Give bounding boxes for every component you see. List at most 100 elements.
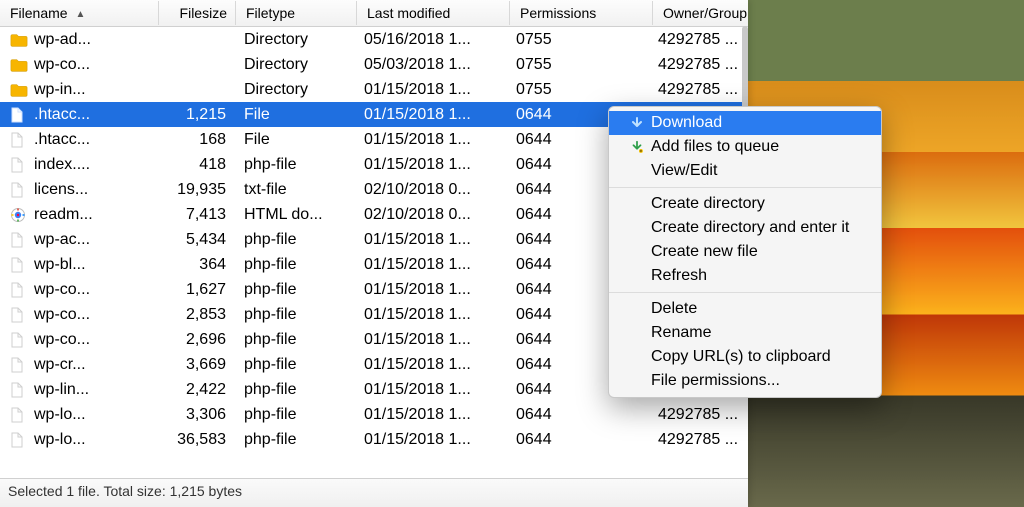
menu-item-download[interactable]: Download [609,111,881,135]
cell-permissions: 0755 [506,81,648,99]
cell-last-modified: 01/15/2018 1... [354,331,506,349]
cell-filename: wp-lin... [0,381,158,399]
cell-filename: wp-co... [0,281,158,299]
cell-filesize: 19,935 [158,181,234,199]
filename-label: wp-lin... [34,381,89,399]
cell-permissions: 0644 [506,406,648,424]
column-header-filename[interactable]: Filename ▲ [0,1,159,25]
cell-filename: wp-ac... [0,231,158,249]
cell-filesize: 2,422 [158,381,234,399]
menu-item-delete[interactable]: Delete [609,297,881,321]
column-header-permissions[interactable]: Permissions [510,1,653,25]
cell-filename: wp-co... [0,306,158,324]
menu-item-label: File permissions... [651,372,780,390]
cell-owner-group: 4292785 ... [648,56,748,74]
cell-filename: wp-co... [0,331,158,349]
file-icon [10,357,28,373]
column-header-filetype[interactable]: Filetype [236,1,357,25]
file-icon [10,382,28,398]
file-icon [10,132,28,148]
cell-filetype: php-file [234,306,354,324]
cell-filesize: 3,306 [158,406,234,424]
menu-separator [609,187,881,188]
cell-owner-group: 4292785 ... [648,81,748,99]
menu-item-file-permissions[interactable]: File permissions... [609,369,881,393]
folder-icon [10,82,28,98]
cell-filename: wp-lo... [0,406,158,424]
html-icon [10,207,28,223]
file-icon [10,307,28,323]
menu-item-view-edit[interactable]: View/Edit [609,159,881,183]
cell-filetype: File [234,131,354,149]
cell-last-modified: 01/15/2018 1... [354,281,506,299]
filename-label: wp-in... [34,81,86,99]
cell-owner-group: 4292785 ... [648,431,748,449]
cell-last-modified: 05/16/2018 1... [354,31,506,49]
column-header-filesize[interactable]: Filesize [159,1,236,25]
file-icon [10,332,28,348]
filename-label: wp-lo... [34,406,86,424]
cell-filesize: 2,853 [158,306,234,324]
menu-item-label: Create new file [651,243,758,261]
cell-filetype: php-file [234,356,354,374]
file-icon [10,107,28,123]
cell-filesize: 3,669 [158,356,234,374]
menu-item-label: Add files to queue [651,138,779,156]
menu-item-rename[interactable]: Rename [609,321,881,345]
menu-item-create-directory[interactable]: Create directory [609,192,881,216]
table-row[interactable]: wp-ad...Directory05/16/2018 1...07554292… [0,27,748,52]
cell-filetype: php-file [234,406,354,424]
cell-filename: licens... [0,181,158,199]
file-icon [10,182,28,198]
cell-last-modified: 01/15/2018 1... [354,431,506,449]
menu-item-create-file[interactable]: Create new file [609,240,881,264]
table-row[interactable]: wp-co...Directory05/03/2018 1...07554292… [0,52,748,77]
table-row[interactable]: wp-in... Directory01/15/2018 1...07554292… [0,77,748,102]
filename-label: wp-cr... [34,356,86,374]
menu-item-label: View/Edit [651,162,717,180]
down-arrow-icon [629,115,645,131]
file-icon [10,157,28,173]
status-bar: Selected 1 file. Total size: 1,215 bytes [0,478,748,507]
cell-filetype: php-file [234,156,354,174]
cell-filetype: Directory [234,81,354,99]
menu-item-create-directory-enter[interactable]: Create directory and enter it [609,216,881,240]
cell-filename: wp-cr... [0,356,158,374]
cell-permissions: 0755 [506,31,648,49]
cell-filename: index.... [0,156,158,174]
cell-filesize: 418 [158,156,234,174]
column-header-row: Filename ▲ Filesize Filetype Last modifi… [0,0,748,27]
table-row[interactable]: wp-lo...36,583php-file01/15/2018 1...064… [0,427,748,452]
filename-label: wp-ac... [34,231,90,249]
menu-item-refresh[interactable]: Refresh [609,264,881,288]
file-icon [10,257,28,273]
menu-item-copy-urls[interactable]: Copy URL(s) to clipboard [609,345,881,369]
sort-indicator-icon: ▲ [75,9,85,20]
cell-filesize: 1,627 [158,281,234,299]
down-arrow-plus-icon [629,139,645,155]
cell-permissions: 0755 [506,56,648,74]
cell-filetype: php-file [234,431,354,449]
column-header-last-modified[interactable]: Last modified [357,1,510,25]
filename-label: index.... [34,156,90,174]
column-header-owner-group[interactable]: Owner/Group [653,1,748,25]
cell-last-modified: 05/03/2018 1... [354,56,506,74]
cell-filesize: 1,215 [158,106,234,124]
filename-label: licens... [34,181,88,199]
cell-last-modified: 01/15/2018 1... [354,81,506,99]
cell-filetype: php-file [234,381,354,399]
menu-item-add-to-queue[interactable]: Add files to queue [609,135,881,159]
cell-filename: .htacc... [0,131,158,149]
menu-item-label: Copy URL(s) to clipboard [651,348,831,366]
cell-filename: readm... [0,206,158,224]
cell-owner-group: 4292785 ... [648,406,748,424]
menu-item-label: Refresh [651,267,707,285]
cell-filetype: php-file [234,331,354,349]
table-row[interactable]: wp-lo...3,306php-file01/15/2018 1...0644… [0,402,748,427]
cell-filename: wp-ad... [0,31,158,49]
filename-label: wp-co... [34,331,90,349]
file-icon [10,407,28,423]
menu-item-label: Create directory [651,195,765,213]
cell-filename: wp-bl... [0,256,158,274]
menu-separator [609,292,881,293]
